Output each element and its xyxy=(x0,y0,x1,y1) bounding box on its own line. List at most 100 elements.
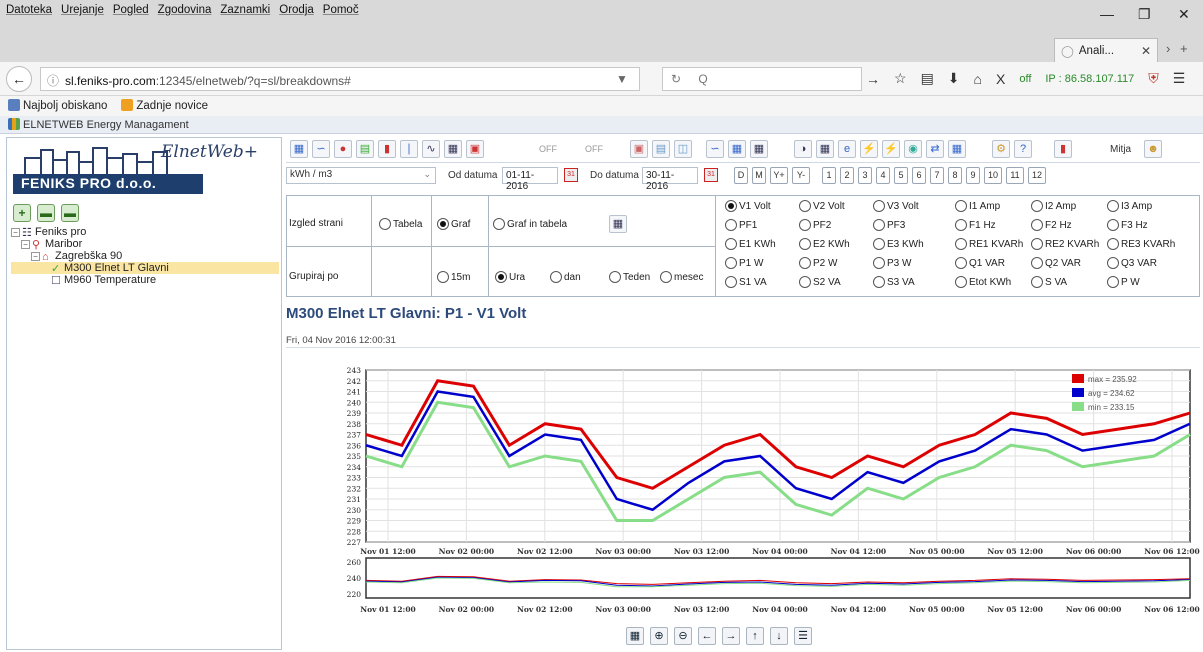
parameter-option[interactable]: P1 W xyxy=(725,257,763,269)
radio-icon[interactable] xyxy=(799,257,811,269)
tab-scroll-icon[interactable]: › xyxy=(1166,41,1170,56)
menu-item[interactable]: Zaznamki xyxy=(220,4,270,16)
parameter-option[interactable]: PF3 xyxy=(873,219,905,231)
close-window-icon[interactable]: ✕ xyxy=(1178,6,1190,23)
parameter-option[interactable]: I3 Amp xyxy=(1107,200,1152,212)
radio-icon[interactable] xyxy=(873,238,885,250)
tree-node[interactable]: − ⌂ Zagrebška 90 xyxy=(11,250,279,263)
radio-icon[interactable] xyxy=(725,257,737,269)
parameter-option[interactable]: V2 Volt xyxy=(799,200,845,212)
calendar-icon[interactable]: ▣ xyxy=(466,140,484,158)
lightning-blue-icon[interactable]: ⚡ xyxy=(882,140,900,158)
browser-tab[interactable]: ◯ Anali... ✕ xyxy=(1054,38,1158,62)
minimize-icon[interactable]: — xyxy=(1100,6,1114,22)
month-button[interactable]: 4 xyxy=(876,167,890,184)
parameter-option[interactable]: PF1 xyxy=(725,219,757,231)
table-icon[interactable]: ▦ xyxy=(750,140,768,158)
parameter-option[interactable]: S2 VA xyxy=(799,276,841,288)
menu-item[interactable]: Datoteka xyxy=(6,4,52,16)
parameter-option[interactable]: I1 Amp xyxy=(955,200,1000,212)
month-button[interactable]: 6 xyxy=(912,167,926,184)
bar-chart-icon[interactable]: ▦ xyxy=(626,627,644,645)
parameter-option[interactable]: Q1 VAR xyxy=(955,257,1005,269)
parameter-option[interactable]: S3 VA xyxy=(873,276,915,288)
arrow-up-icon[interactable]: ↑ xyxy=(746,627,764,645)
menu-item[interactable]: Pomoč xyxy=(323,4,359,16)
table-icon[interactable]: ▦ xyxy=(816,140,834,158)
restore-icon[interactable]: ❐ xyxy=(1138,6,1151,23)
hamburger-menu-icon[interactable]: ☰ xyxy=(1173,70,1186,87)
tree-node[interactable]: − ☷ Feniks pro xyxy=(11,226,279,239)
bookmark-latest-news[interactable]: Zadnje novice xyxy=(121,99,208,113)
info-icon[interactable]: ⓘ xyxy=(47,74,59,88)
parameter-option[interactable]: RE1 KVARh xyxy=(955,238,1023,250)
radio-icon[interactable] xyxy=(660,271,672,283)
radio-icon[interactable] xyxy=(873,257,885,269)
tree-node[interactable]: ✓ M300 Elnet LT Glavni xyxy=(11,262,279,275)
arrow-right-icon[interactable]: → xyxy=(722,627,740,645)
parameter-option[interactable]: S1 VA xyxy=(725,276,767,288)
month-button[interactable]: 2 xyxy=(840,167,854,184)
group-option[interactable]: Teden xyxy=(609,271,650,283)
month-button[interactable]: 9 xyxy=(966,167,980,184)
parameter-option[interactable]: RE2 KVARh xyxy=(1031,238,1099,250)
parameter-option[interactable]: P W xyxy=(1107,276,1140,288)
home-icon[interactable]: ⌂ xyxy=(974,71,982,87)
user-icon[interactable]: ☻ xyxy=(1144,140,1162,158)
radio-icon[interactable] xyxy=(1031,276,1043,288)
radio-icon[interactable] xyxy=(725,219,737,231)
collapse-node-icon[interactable]: − xyxy=(11,228,20,237)
table-icon[interactable]: ▦ xyxy=(609,215,627,233)
radio-icon[interactable] xyxy=(609,271,621,283)
radio-icon[interactable] xyxy=(955,219,967,231)
parameter-option[interactable]: F2 Hz xyxy=(1031,219,1072,231)
forward-arrow-icon[interactable]: → xyxy=(866,71,880,87)
radio-icon[interactable] xyxy=(437,271,449,283)
bar-chart-icon[interactable]: ▦ xyxy=(290,140,308,158)
ie-icon[interactable]: e xyxy=(838,140,856,158)
parameter-option[interactable]: V3 Volt xyxy=(873,200,919,212)
calendar-icon[interactable]: 31 xyxy=(704,168,718,182)
radio-icon[interactable] xyxy=(493,218,505,230)
group-option[interactable]: Ura xyxy=(495,271,525,283)
period-button[interactable]: D xyxy=(734,167,748,184)
parameter-option[interactable]: Q3 VAR xyxy=(1107,257,1157,269)
radio-icon[interactable] xyxy=(799,276,811,288)
parameter-option[interactable]: V1 Volt xyxy=(725,200,771,212)
lightning-icon[interactable]: ⚡ xyxy=(860,140,878,158)
gauge-icon[interactable]: ◑ xyxy=(794,140,812,158)
battery-icon[interactable]: ▮ xyxy=(378,140,396,158)
download-icon[interactable]: ⬇ xyxy=(948,70,960,87)
radio-icon[interactable] xyxy=(495,271,507,283)
radio-icon[interactable] xyxy=(725,200,737,212)
pie-chart-icon[interactable]: ● xyxy=(334,140,352,158)
unit-select[interactable]: kWh / m3 ⌄ xyxy=(286,167,436,184)
radio-icon[interactable] xyxy=(799,200,811,212)
help-icon[interactable]: ? xyxy=(1014,140,1032,158)
parameter-option[interactable]: E1 KWh xyxy=(725,238,776,250)
expand-all-button[interactable]: + xyxy=(13,204,31,222)
reading-list-icon[interactable]: ▤ xyxy=(921,70,934,87)
radio-icon[interactable] xyxy=(873,219,885,231)
dropdown-icon[interactable]: ▼ xyxy=(616,72,628,86)
collapse-all-button[interactable]: ▬ xyxy=(61,204,79,222)
table-view-icon[interactable]: ▤ xyxy=(652,140,670,158)
new-tab-icon[interactable]: + xyxy=(1180,41,1188,56)
tree-node[interactable]: ☐ M960 Temperature xyxy=(11,274,279,287)
calendar-icon[interactable]: 31 xyxy=(564,168,578,182)
radio-icon[interactable] xyxy=(799,238,811,250)
radio-icon[interactable] xyxy=(1031,200,1043,212)
group-option[interactable]: mesec xyxy=(660,271,703,283)
view-option[interactable]: Graf xyxy=(437,218,470,230)
month-button[interactable]: 11 xyxy=(1006,167,1024,184)
period-button[interactable]: Y- xyxy=(792,167,810,184)
radio-icon[interactable] xyxy=(725,238,737,250)
off-toggle-1[interactable]: OFF xyxy=(539,144,557,154)
zoom-out-icon[interactable]: ⊖ xyxy=(674,627,692,645)
line-chart-icon[interactable]: ∽ xyxy=(312,140,330,158)
month-button[interactable]: 12 xyxy=(1028,167,1046,184)
flow-icon[interactable]: ⇄ xyxy=(926,140,944,158)
parameter-option[interactable]: P2 W xyxy=(799,257,837,269)
radio-icon[interactable] xyxy=(1107,219,1119,231)
radio-icon[interactable] xyxy=(1031,219,1043,231)
